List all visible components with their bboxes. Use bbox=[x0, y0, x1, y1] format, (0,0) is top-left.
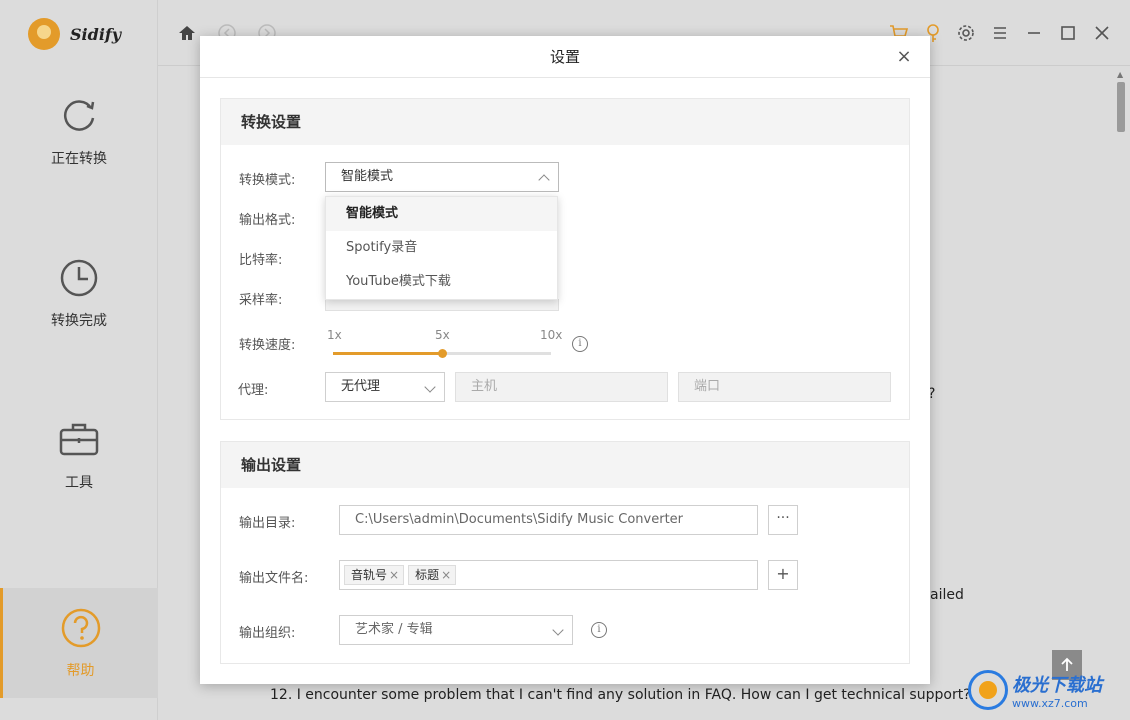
section-title: 转换设置 bbox=[221, 99, 909, 145]
output-dir-input[interactable]: C:\Users\admin\Documents\Sidify Music Co… bbox=[339, 505, 758, 535]
tag-label: 音轨号 bbox=[351, 568, 388, 582]
output-org-value: 艺术家 / 专辑 bbox=[355, 622, 433, 637]
chevron-up-icon bbox=[538, 174, 550, 186]
sidebar-item-tools[interactable]: 工具 bbox=[0, 400, 158, 510]
toolbox-icon bbox=[59, 423, 99, 456]
clock-icon bbox=[60, 259, 98, 297]
settings-dialog: 设置 × 转换设置 转换模式: 智能模式 输出格式: 比特率: 采样率: 转换速… bbox=[200, 36, 930, 684]
proxy-label: 代理: bbox=[238, 383, 269, 398]
scrollbar[interactable]: ▲ bbox=[1114, 68, 1128, 718]
output-org-label: 输出组织: bbox=[239, 626, 296, 641]
output-settings-section: 输出设置 输出目录: C:\Users\admin\Documents\Sidi… bbox=[220, 441, 910, 664]
speed-tick-5x: 5x bbox=[435, 328, 450, 342]
add-filename-tag-button[interactable]: + bbox=[768, 560, 798, 590]
convert-mode-dropdown: 智能模式 Spotify录音 YouTube模式下载 bbox=[325, 196, 558, 300]
output-format-label: 输出格式: bbox=[239, 213, 296, 228]
convert-mode-value: 智能模式 bbox=[341, 169, 394, 184]
sidebar-item-label: 正在转换 bbox=[51, 151, 107, 167]
menu-icon[interactable] bbox=[989, 22, 1011, 44]
watermark: 极光下载站 www.xz7.com bbox=[968, 664, 1128, 716]
refresh-icon bbox=[64, 100, 95, 131]
sidebar-item-converting[interactable]: 正在转换 bbox=[0, 76, 158, 186]
filename-tag-title[interactable]: 标题 × bbox=[408, 565, 457, 585]
home-icon[interactable] bbox=[176, 22, 198, 44]
speed-slider[interactable] bbox=[333, 349, 551, 358]
samplerate-label: 采样率: bbox=[239, 293, 283, 308]
watermark-text: 极光下载站 www.xz7.com bbox=[1012, 671, 1102, 710]
sidebar-item-label: 转换完成 bbox=[51, 313, 107, 329]
minimize-icon[interactable] bbox=[1023, 22, 1045, 44]
faq-item-12[interactable]: 12. I encounter some problem that I can'… bbox=[270, 687, 971, 703]
faq-fragment: ailed bbox=[930, 587, 964, 603]
speed-info-icon[interactable]: i bbox=[572, 336, 588, 352]
app-name: Sidify bbox=[70, 24, 122, 44]
section-title: 输出设置 bbox=[221, 442, 909, 488]
output-dir-label: 输出目录: bbox=[239, 516, 296, 531]
sidebar-item-label: 帮助 bbox=[66, 663, 95, 679]
watermark-cn: 极光下载站 bbox=[1012, 674, 1102, 696]
filename-tag-track[interactable]: 音轨号 × bbox=[344, 565, 405, 585]
help-icon bbox=[61, 608, 100, 648]
sidebar: Sidify 正在转换 转换完成 工具 帮助 bbox=[0, 0, 158, 720]
tag-label: 标题 bbox=[415, 568, 440, 582]
dialog-header: 设置 × bbox=[200, 36, 930, 78]
close-icon[interactable] bbox=[1091, 22, 1113, 44]
output-org-info-icon[interactable]: i bbox=[591, 622, 607, 638]
speed-tick-10x: 10x bbox=[540, 328, 563, 342]
convert-mode-label: 转换模式: bbox=[239, 173, 296, 188]
speed-slider-handle[interactable] bbox=[438, 349, 447, 358]
convert-mode-select[interactable]: 智能模式 bbox=[325, 162, 559, 192]
sidebar-item-help[interactable]: 帮助 bbox=[0, 588, 158, 698]
watermark-url: www.xz7.com bbox=[1012, 696, 1088, 710]
tag-remove-icon[interactable]: × bbox=[441, 568, 451, 582]
browse-folder-button[interactable]: ··· bbox=[768, 505, 798, 535]
proxy-host-input[interactable]: 主机 bbox=[455, 372, 668, 402]
tag-remove-icon[interactable]: × bbox=[389, 568, 399, 582]
app-logo: Sidify bbox=[28, 18, 121, 50]
bitrate-label: 比特率: bbox=[239, 253, 283, 268]
dropdown-option-spotify-record[interactable]: Spotify录音 bbox=[326, 231, 557, 265]
dialog-close-icon[interactable]: × bbox=[894, 46, 914, 67]
speed-slider-fill bbox=[333, 352, 442, 355]
dialog-title: 设置 bbox=[549, 48, 580, 66]
chevron-down-icon bbox=[552, 624, 564, 636]
maximize-icon[interactable] bbox=[1057, 22, 1079, 44]
proxy-value: 无代理 bbox=[341, 379, 381, 394]
dropdown-option-smart[interactable]: 智能模式 bbox=[326, 197, 557, 231]
samplerate-select[interactable] bbox=[325, 299, 559, 311]
sidebar-item-converted[interactable]: 转换完成 bbox=[0, 238, 158, 348]
output-filename-label: 输出文件名: bbox=[239, 571, 309, 586]
chevron-down-icon bbox=[424, 381, 436, 393]
output-filename-input[interactable]: 音轨号 × 标题 × bbox=[339, 560, 758, 590]
proxy-port-input[interactable]: 端口 bbox=[678, 372, 891, 402]
speed-label: 转换速度: bbox=[239, 338, 296, 353]
scroll-up-arrow-icon[interactable]: ▲ bbox=[1117, 70, 1125, 79]
output-org-select[interactable]: 艺术家 / 专辑 bbox=[339, 615, 573, 645]
gear-icon[interactable] bbox=[955, 22, 977, 44]
speed-tick-1x: 1x bbox=[327, 328, 342, 342]
sidebar-item-label: 工具 bbox=[65, 475, 93, 491]
watermark-logo-icon bbox=[968, 670, 1008, 710]
sidify-logo-icon bbox=[28, 18, 60, 50]
proxy-select[interactable]: 无代理 bbox=[325, 372, 445, 402]
scroll-thumb[interactable] bbox=[1117, 82, 1125, 132]
dropdown-option-youtube[interactable]: YouTube模式下载 bbox=[326, 265, 557, 299]
